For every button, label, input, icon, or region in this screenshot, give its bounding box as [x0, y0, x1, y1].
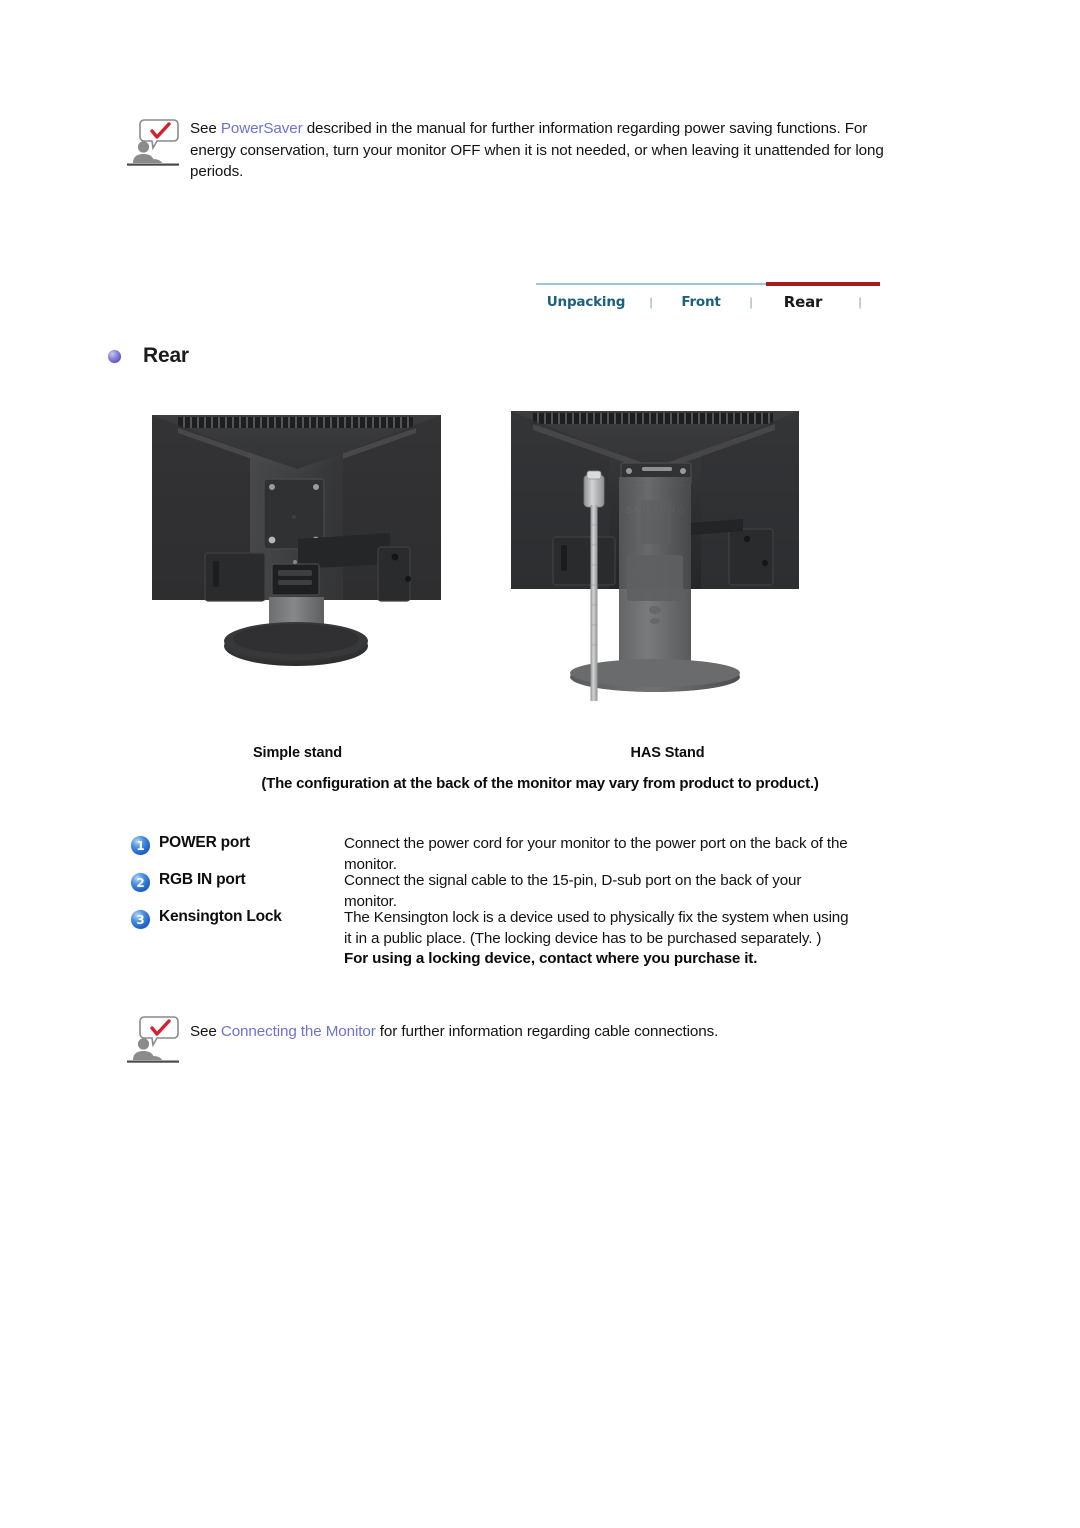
tab-front[interactable]: Front — [666, 294, 736, 310]
bottom-note-suffix: for further information regarding cable … — [375, 1023, 719, 1040]
power-saver-link[interactable]: PowerSaver — [221, 120, 303, 137]
port-label-rgb-in: RGB IN port — [159, 871, 246, 888]
power-saver-note-text: See PowerSaver described in the manual f… — [182, 116, 886, 183]
badge-2: 2 — [131, 873, 150, 892]
port-label-power: POWER port — [159, 834, 250, 851]
figure-simple-stand — [150, 409, 445, 671]
badge-1: 1 — [131, 836, 150, 855]
power-saver-note: See PowerSaver described in the manual f… — [126, 116, 886, 183]
locking-device-contact-note: For using a locking device, contact wher… — [344, 950, 758, 967]
tab-unpacking[interactable]: Unpacking — [536, 294, 636, 310]
port-desc-rgb-in: Connect the signal cable to the 15-pin, … — [344, 872, 802, 910]
section-tab-nav: Unpacking | Front | Rear | — [536, 282, 880, 311]
nav-tab-list: Unpacking | Front | Rear | — [536, 293, 880, 311]
port-label-kensington-lock: Kensington Lock — [159, 908, 282, 925]
figure-has-stand: SAMSUNG — [505, 405, 807, 710]
connecting-monitor-note-text: See Connecting the Monitor for further i… — [182, 1013, 718, 1043]
port-row-rgb-in: 2 RGB IN port Connect the signal cable t… — [131, 871, 871, 912]
port-row-kensington-lock: 3 Kensington Lock The Kensington lock is… — [131, 908, 871, 970]
port-desc-power: Connect the power cord for your monitor … — [344, 835, 848, 873]
page-title: Rear — [108, 344, 189, 368]
note-text-prefix: See — [190, 120, 221, 137]
port-desc-kensington-body: The Kensington lock is a device used to … — [344, 909, 849, 947]
nav-rule — [536, 282, 880, 286]
note-person-checkmark-icon — [126, 1013, 182, 1065]
ports-description-list: 1 POWER port Connect the power cord for … — [131, 834, 871, 970]
rear-view-monitor-has-stand-image: SAMSUNG — [511, 411, 799, 701]
nav-separator-3: | — [858, 295, 862, 309]
configuration-vary-note: (The configuration at the back of the mo… — [261, 775, 819, 792]
manual-page: See PowerSaver described in the manual f… — [0, 0, 1080, 1528]
nav-separator-1: | — [649, 295, 653, 309]
note-person-checkmark-icon — [126, 116, 182, 168]
badge-3: 3 — [131, 910, 150, 929]
nav-active-underline — [766, 282, 880, 286]
figure-caption-has-stand: HAS Stand — [630, 745, 705, 761]
purple-sphere-bullet-icon — [108, 349, 121, 363]
port-desc-kensington-lock: The Kensington lock is a device used to … — [344, 908, 856, 970]
bottom-note-prefix: See — [190, 1023, 221, 1040]
page-title-text: Rear — [143, 344, 189, 367]
port-row-power: 1 POWER port Connect the power cord for … — [131, 834, 871, 875]
rear-view-monitor-simple-stand-image — [152, 415, 441, 666]
figure-caption-simple-stand: Simple stand — [252, 745, 343, 761]
connecting-the-monitor-link[interactable]: Connecting the Monitor — [221, 1023, 376, 1040]
nav-separator-2: | — [749, 295, 753, 309]
connecting-monitor-note: See Connecting the Monitor for further i… — [126, 1013, 886, 1065]
tab-rear[interactable]: Rear — [766, 293, 840, 311]
